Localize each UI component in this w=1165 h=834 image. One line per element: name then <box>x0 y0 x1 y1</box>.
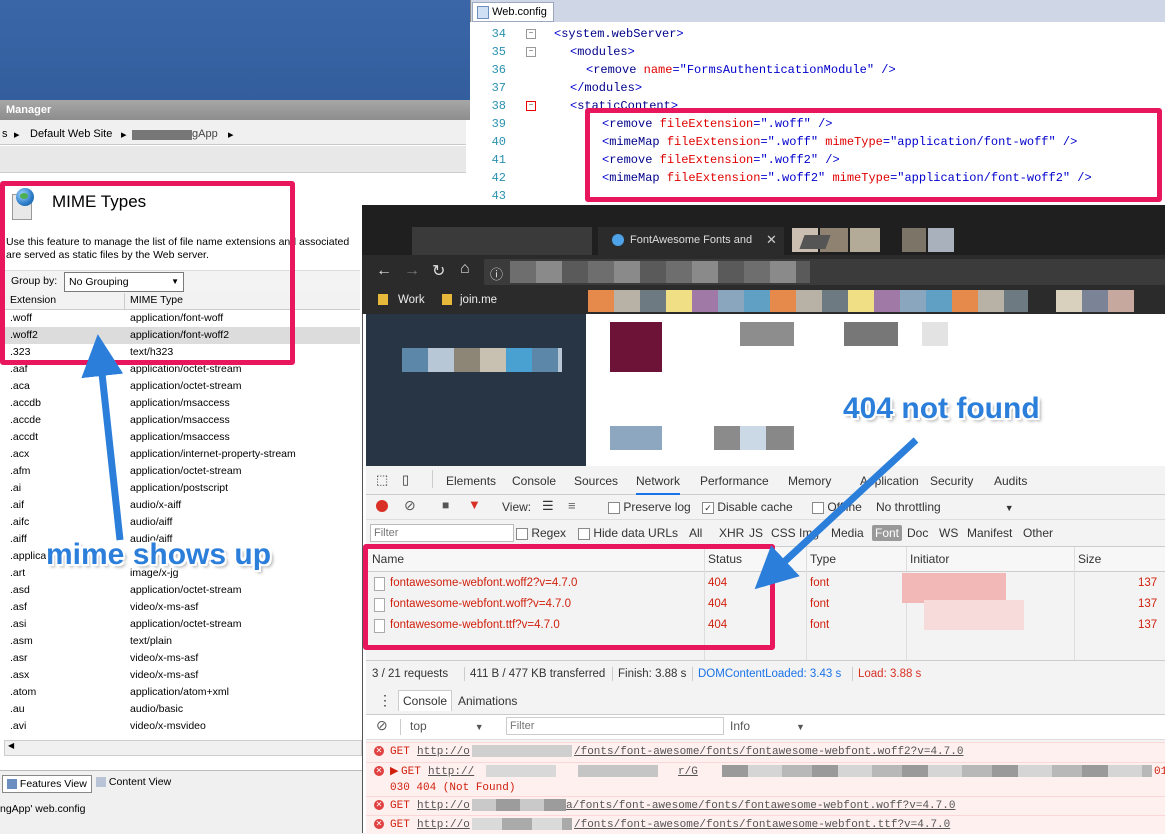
arrow-to-mime-row <box>81 334 124 541</box>
arrow-to-404-rows <box>754 437 919 590</box>
annotation-mime-shows-up: mime shows up <box>46 538 272 571</box>
annotation-404-not-found: 404 not found <box>843 392 1040 425</box>
